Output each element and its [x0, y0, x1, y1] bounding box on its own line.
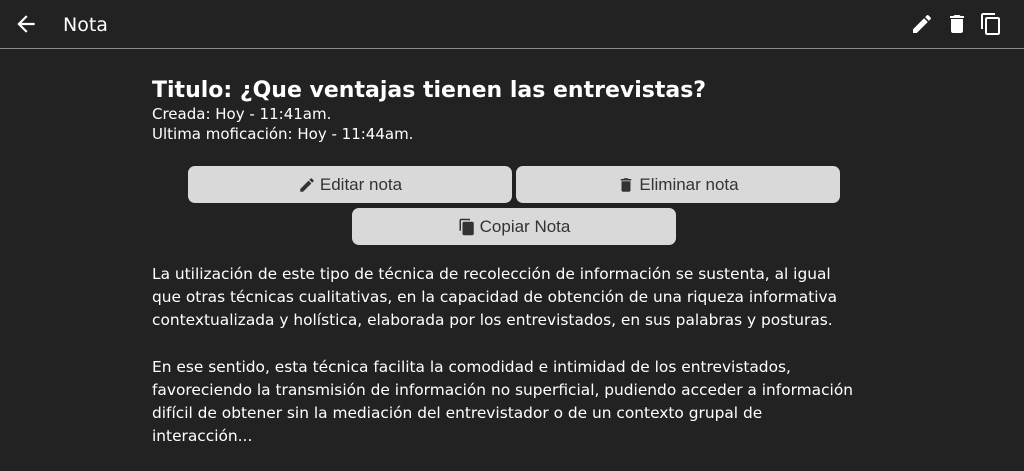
copy-icon: [981, 13, 1000, 35]
copy-icon: [459, 218, 474, 235]
modified-date: Ultima moficación: Hoy - 11:44am.: [152, 125, 414, 143]
copy-note-button[interactable]: Copiar Nota: [352, 208, 676, 245]
note-body: La utilización de este tipo de técnica d…: [152, 263, 864, 471]
trash-icon: [621, 177, 632, 192]
delete-note-button[interactable]: Eliminar nota: [516, 166, 840, 203]
delete-note-label: Eliminar nota: [639, 174, 739, 194]
top-app-bar: Nota: [0, 0, 1024, 49]
delete-action-button[interactable]: [945, 12, 969, 36]
back-button[interactable]: [13, 11, 39, 37]
note-title: Titulo: ¿Que ventajas tienen las entrevi…: [152, 78, 707, 103]
note-paragraph: En ese sentido, esta técnica facilita la…: [152, 357, 853, 446]
copy-note-label: Copiar Nota: [479, 216, 571, 236]
arrow-left-icon: [17, 15, 35, 33]
edit-note-button[interactable]: Editar nota: [188, 166, 512, 203]
app-bar-title: Nota: [63, 14, 108, 36]
note-header: Titulo: ¿Que ventajas tienen las entrevi…: [152, 78, 872, 144]
edit-action-button[interactable]: [910, 12, 934, 36]
note-paragraph: La utilización de este tipo de técnica d…: [152, 265, 838, 330]
trash-icon: [950, 15, 964, 33]
copy-action-button[interactable]: [979, 12, 1003, 36]
pencil-icon: [913, 14, 932, 34]
created-date: Creada: Hoy - 11:41am.: [152, 105, 332, 123]
edit-note-label: Editar nota: [319, 174, 403, 194]
pencil-icon: [300, 177, 314, 192]
